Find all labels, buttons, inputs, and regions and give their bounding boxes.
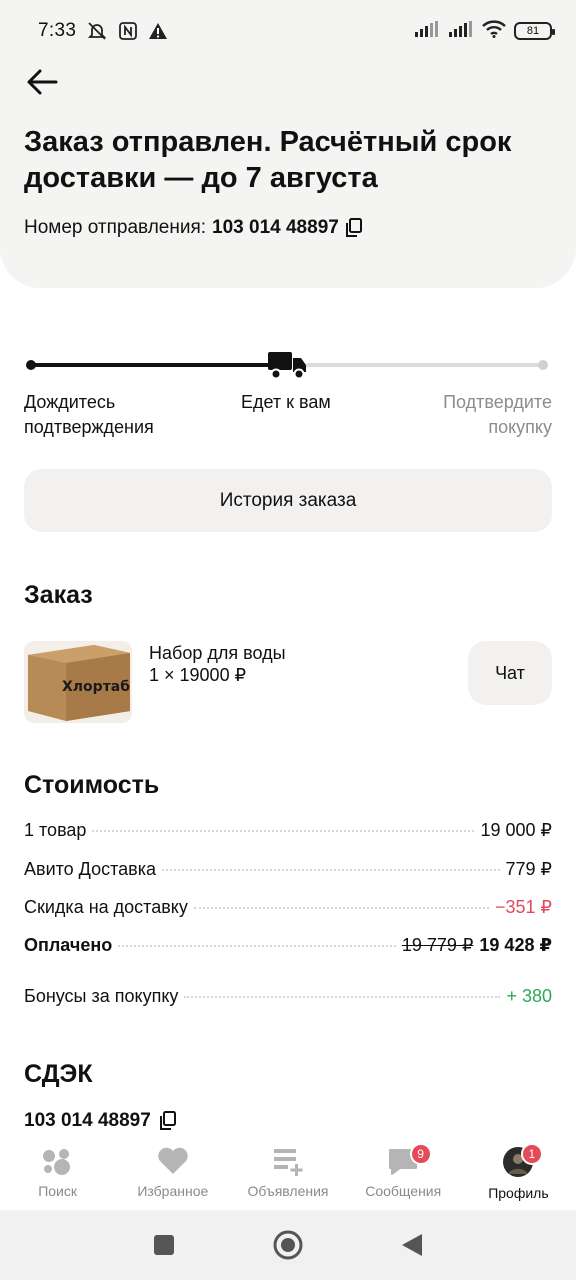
cost-row-discount: Скидка на доставку −351 ₽ — [24, 897, 552, 923]
cost-row-bonus: Бонусы за покупку + 380 — [24, 986, 552, 1012]
discount-value: −351 ₽ — [495, 897, 552, 917]
signal-icon-2 — [448, 20, 474, 42]
cost-label: 1 товар — [24, 820, 87, 840]
progress-done-line — [30, 363, 280, 367]
system-navigation-bar — [0, 1210, 576, 1280]
old-total-value: 19 779 ₽ — [401, 935, 474, 955]
cost-row-delivery: Авито Доставка 779 ₽ — [24, 859, 552, 885]
step-3-text: Подтвердите покупку — [443, 392, 552, 437]
order-section-title: Заказ — [24, 581, 93, 609]
leader-dots — [118, 945, 396, 947]
bottom-navigation: Поиск Избранное Объявления 9 Сообщения 1… — [0, 1138, 576, 1210]
progress-start-dot — [26, 360, 36, 370]
battery-indicator: 81 — [514, 22, 555, 40]
truck-icon — [268, 350, 308, 385]
arrow-left-icon — [27, 69, 58, 95]
system-back-button[interactable] — [400, 1232, 424, 1258]
step-1-text: Дождитесь подтверждения — [24, 392, 154, 437]
copy-icon[interactable] — [159, 1111, 177, 1131]
signal-icon — [414, 20, 440, 42]
wifi-icon — [482, 19, 506, 43]
nav-label: Поиск — [38, 1183, 77, 1199]
product-quantity-price: 1 × 19000 ₽ — [149, 665, 247, 685]
search-dots-icon — [40, 1146, 76, 1179]
nav-profile[interactable]: 1 Профиль — [461, 1138, 576, 1210]
recents-button[interactable] — [152, 1233, 176, 1257]
cost-row-items: 1 товар 19 000 ₽ — [24, 820, 552, 846]
nav-listings[interactable]: Объявления — [230, 1138, 345, 1210]
cost-label: Бонусы за покупку — [24, 986, 179, 1006]
cost-label: Скидка на доставку — [24, 897, 188, 917]
circle-home-icon — [273, 1230, 303, 1260]
page-title: Заказ отправлен. Расчётный срок доставки… — [24, 126, 512, 194]
back-button[interactable] — [22, 62, 62, 102]
nav-messages[interactable]: 9 Сообщения — [346, 1138, 461, 1210]
nav-search[interactable]: Поиск — [0, 1138, 115, 1210]
cost-label: Авито Доставка — [24, 859, 156, 879]
status-time: 7:33 — [38, 20, 77, 41]
nav-favorites[interactable]: Избранное — [115, 1138, 230, 1210]
product-image-label: Хлортаб — [62, 679, 130, 695]
step-label-1: Дождитесь подтверждения — [24, 390, 174, 440]
chat-button[interactable]: Чат — [468, 641, 552, 705]
tracking-label: Номер отправления: — [24, 217, 207, 238]
nav-label: Объявления — [247, 1183, 329, 1199]
product-name[interactable]: Набор для воды — [149, 642, 286, 664]
messages-badge: 9 — [409, 1143, 432, 1165]
bonus-value: + 380 — [506, 986, 552, 1006]
leader-dots — [161, 869, 500, 871]
profile-badge: 1 — [520, 1143, 543, 1165]
nfc-icon — [118, 21, 138, 41]
square-icon — [154, 1235, 174, 1255]
product-image[interactable]: Хлортаб — [24, 641, 132, 723]
status-bar: 7:33 81 — [0, 0, 576, 62]
muted-alarm-icon — [86, 20, 108, 42]
tracking-number[interactable]: 103 014 48897 — [212, 217, 339, 239]
carrier-tracking-row: 103 014 48897 — [24, 1110, 177, 1132]
home-button[interactable] — [272, 1229, 304, 1261]
progress-remaining-line — [306, 363, 544, 367]
progress-end-dot — [538, 360, 548, 370]
add-listing-icon — [272, 1146, 304, 1179]
carrier-tracking-number[interactable]: 103 014 48897 — [24, 1110, 151, 1132]
copy-icon[interactable] — [345, 218, 363, 238]
cost-value: 779 ₽ — [505, 859, 553, 879]
leader-dots — [184, 996, 501, 998]
cost-section-title: Стоимость — [24, 771, 160, 799]
heart-icon — [157, 1146, 189, 1179]
carrier-title: СДЭК — [24, 1060, 93, 1088]
nav-label: Профиль — [488, 1185, 549, 1201]
step-label-2: Едет к вам — [241, 392, 331, 412]
cost-value: 19 000 ₽ — [480, 820, 552, 840]
delivery-progress — [24, 348, 552, 382]
nav-label: Сообщения — [365, 1183, 442, 1199]
triangle-back-icon — [402, 1234, 422, 1256]
tracking-number-row: Номер отправления: 103 014 48897 — [24, 217, 363, 239]
leader-dots — [193, 907, 489, 909]
order-history-button[interactable]: История заказа — [24, 469, 552, 532]
step-label-3: Подтвердите покупку — [422, 390, 552, 440]
paid-total-value: 19 428 ₽ — [479, 935, 552, 955]
cost-row-paid: Оплачено 19 779 ₽ 19 428 ₽ — [24, 935, 552, 961]
cost-label: Оплачено — [24, 935, 113, 955]
warning-icon — [148, 21, 168, 41]
leader-dots — [92, 830, 475, 832]
nav-label: Избранное — [137, 1183, 209, 1199]
